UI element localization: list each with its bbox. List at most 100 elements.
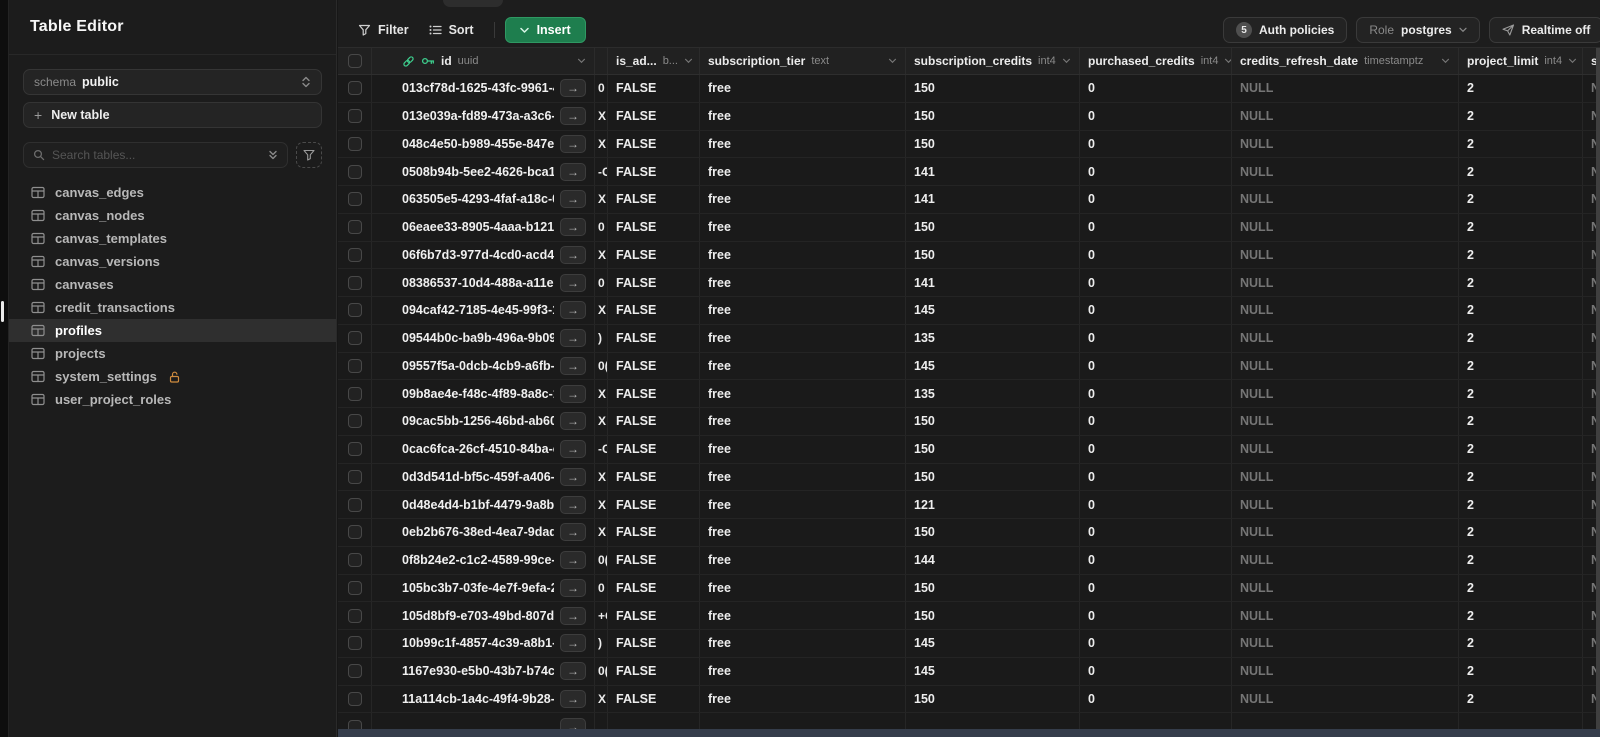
- cell-purchased-credits[interactable]: 0: [1080, 519, 1232, 546]
- expand-row-button[interactable]: →: [560, 467, 586, 486]
- cell-project-limit[interactable]: 2: [1459, 602, 1583, 629]
- horizontal-scrollbar[interactable]: [338, 729, 1600, 737]
- cell-purchased-credits[interactable]: 0: [1080, 269, 1232, 296]
- cell-is-admin[interactable]: FALSE: [608, 213, 700, 241]
- cell-purchased-credits[interactable]: 0: [1080, 324, 1232, 352]
- cell-subscription-tier[interactable]: free: [700, 685, 906, 713]
- cell-id[interactable]: 105bc3b7-03fe-4e7f-9efa-21bb40... →: [372, 574, 595, 602]
- cell-credits-refresh-date[interactable]: NULL: [1232, 158, 1459, 185]
- row-checkbox[interactable]: [347, 192, 362, 207]
- cell-project-limit[interactable]: 2: [1459, 213, 1583, 241]
- cell-subscription-credits[interactable]: 150: [906, 602, 1080, 629]
- row-checkbox[interactable]: [347, 275, 362, 290]
- cell-project-limit[interactable]: 2: [1459, 685, 1583, 713]
- row-checkbox[interactable]: [347, 497, 362, 512]
- header-clipped-column[interactable]: [595, 48, 608, 74]
- cell-subscription-credits[interactable]: 135: [906, 380, 1080, 407]
- header-is-admin[interactable]: is_ad... b...: [608, 48, 700, 74]
- cell-project-limit[interactable]: 2: [1459, 269, 1583, 296]
- cell-is-admin[interactable]: FALSE: [608, 158, 700, 185]
- cell-is-admin[interactable]: FALSE: [608, 435, 700, 463]
- cell-clipped[interactable]: X: [595, 463, 608, 491]
- cell-subscription-tier[interactable]: free: [700, 491, 906, 518]
- cell-credits-refresh-date[interactable]: NULL: [1232, 463, 1459, 491]
- cell-credits-refresh-date[interactable]: NULL: [1232, 408, 1459, 435]
- sidebar-item-canvas_templates[interactable]: canvas_templates: [9, 227, 336, 250]
- cell-subscription-tier[interactable]: free: [700, 158, 906, 185]
- cell-project-limit[interactable]: 2: [1459, 352, 1583, 380]
- cell-id[interactable]: 09cac5bb-1256-46bd-ab60-64ed... →: [372, 408, 595, 435]
- cell-clipped[interactable]: ): [595, 630, 608, 657]
- cell-project-limit[interactable]: 2: [1459, 130, 1583, 158]
- row-checkbox[interactable]: [347, 608, 362, 623]
- cell-purchased-credits[interactable]: 0: [1080, 130, 1232, 158]
- cell-clipped[interactable]: X: [595, 186, 608, 213]
- expand-row-button[interactable]: →: [560, 384, 586, 403]
- expand-row-button[interactable]: →: [560, 273, 586, 292]
- cell-subscription-tier[interactable]: free: [700, 602, 906, 629]
- cell-is-admin[interactable]: FALSE: [608, 491, 700, 518]
- cell-id[interactable]: 013cf78d-1625-43fc-9961-442189... →: [372, 75, 595, 102]
- cell-subscription-tier[interactable]: free: [700, 546, 906, 574]
- cell-clipped[interactable]: 0: [595, 269, 608, 296]
- cell-project-limit[interactable]: 2: [1459, 324, 1583, 352]
- cell-credits-refresh-date[interactable]: NULL: [1232, 102, 1459, 130]
- cell-credits-refresh-date[interactable]: NULL: [1232, 324, 1459, 352]
- cell-project-limit[interactable]: 2: [1459, 657, 1583, 685]
- search-tables-input[interactable]: [52, 148, 261, 162]
- cell-purchased-credits[interactable]: 0: [1080, 491, 1232, 518]
- double-chevron-icon[interactable]: [268, 149, 278, 161]
- sort-button[interactable]: Sort: [419, 18, 484, 42]
- cell-id[interactable]: 0508b94b-5ee2-4626-bca1-4bca... →: [372, 158, 595, 185]
- row-checkbox[interactable]: [347, 220, 362, 235]
- cell-clipped[interactable]: X: [595, 102, 608, 130]
- cell-is-admin[interactable]: FALSE: [608, 186, 700, 213]
- filter-button[interactable]: Filter: [348, 18, 419, 42]
- cell-purchased-credits[interactable]: 0: [1080, 435, 1232, 463]
- row-checkbox[interactable]: [347, 303, 362, 318]
- cell-clipped[interactable]: 0: [595, 75, 608, 102]
- cell-project-limit[interactable]: 2: [1459, 574, 1583, 602]
- cell-subscription-tier[interactable]: free: [700, 352, 906, 380]
- cell-id[interactable]: 09544b0c-ba9b-496a-9b09-244... →: [372, 324, 595, 352]
- chevron-down-icon[interactable]: [888, 58, 897, 64]
- cell-subscription-tier[interactable]: free: [700, 324, 906, 352]
- cell-clipped[interactable]: X: [595, 130, 608, 158]
- cell-subscription-tier[interactable]: free: [700, 241, 906, 269]
- cell-subscription-credits[interactable]: 145: [906, 630, 1080, 657]
- header-project-limit[interactable]: project_limit int4: [1459, 48, 1583, 74]
- cell-id[interactable]: 013e039a-fd89-473a-a3c6-ccfa9... →: [372, 102, 595, 130]
- row-checkbox[interactable]: [347, 525, 362, 540]
- table-filter-button[interactable]: [296, 142, 322, 168]
- expand-row-button[interactable]: →: [560, 662, 586, 681]
- select-all-checkbox[interactable]: [347, 54, 362, 68]
- expand-row-button[interactable]: →: [560, 551, 586, 570]
- auth-policies-button[interactable]: 5 Auth policies: [1223, 17, 1348, 43]
- sidebar-item-profiles[interactable]: profiles: [9, 319, 336, 342]
- chevron-down-icon[interactable]: [1441, 58, 1450, 64]
- chevron-down-icon[interactable]: [684, 58, 693, 64]
- realtime-toggle-button[interactable]: Realtime off: [1488, 17, 1600, 43]
- expand-row-button[interactable]: →: [560, 634, 586, 653]
- cell-id[interactable]: 105d8bf9-e703-49bd-807d-645e... →: [372, 602, 595, 629]
- cell-id[interactable]: 10b99c1f-4857-4c39-a8b1-263b8... →: [372, 630, 595, 657]
- cell-clipped[interactable]: ): [595, 324, 608, 352]
- cell-credits-refresh-date[interactable]: NULL: [1232, 130, 1459, 158]
- cell-id[interactable]: 0f8b24e2-c1c2-4589-99ce-2c52d... →: [372, 546, 595, 574]
- row-checkbox[interactable]: [347, 136, 362, 151]
- cell-id[interactable]: 048c4e50-b989-455e-847e-fb2f... →: [372, 130, 595, 158]
- cell-project-limit[interactable]: 2: [1459, 491, 1583, 518]
- cell-subscription-credits[interactable]: 145: [906, 657, 1080, 685]
- header-id[interactable]: id uuid: [372, 48, 595, 74]
- cell-subscription-tier[interactable]: free: [700, 269, 906, 296]
- cell-subscription-tier[interactable]: free: [700, 657, 906, 685]
- cell-subscription-credits[interactable]: 150: [906, 130, 1080, 158]
- cell-is-admin[interactable]: FALSE: [608, 574, 700, 602]
- row-checkbox[interactable]: [347, 358, 362, 373]
- cell-credits-refresh-date[interactable]: NULL: [1232, 602, 1459, 629]
- cell-is-admin[interactable]: FALSE: [608, 241, 700, 269]
- row-checkbox[interactable]: [347, 331, 362, 346]
- cell-credits-refresh-date[interactable]: NULL: [1232, 519, 1459, 546]
- cell-clipped[interactable]: X: [595, 519, 608, 546]
- vertical-scrollbar[interactable]: [1596, 48, 1600, 729]
